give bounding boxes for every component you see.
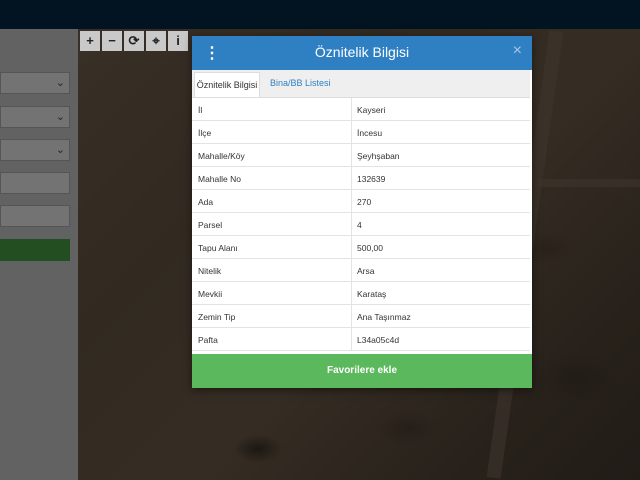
top-navbar xyxy=(0,0,640,29)
locate-icon: ⌖ xyxy=(152,33,160,48)
dialog-header: ⋮ Öznitelik Bilgisi × xyxy=(192,36,532,70)
attribute-value: Karataş xyxy=(357,289,387,299)
attribute-key: Mahalle No xyxy=(198,174,241,184)
attribute-key: Mahalle/Köy xyxy=(198,151,245,161)
column-divider xyxy=(351,167,352,190)
add-to-favorites-button[interactable]: Favorilere ekle xyxy=(192,354,532,388)
attribute-value: 4 xyxy=(357,220,362,230)
attribute-key: Zemin Tip xyxy=(198,312,236,322)
close-icon[interactable]: × xyxy=(513,42,522,60)
table-row: Mevkii Karataş xyxy=(192,282,530,305)
column-divider xyxy=(351,305,352,328)
refresh-icon: ⟳ xyxy=(128,33,140,48)
tab-attribute-info[interactable]: Öznitelik Bilgisi xyxy=(194,72,260,97)
map-toolbar: + − ⟳ ⌖ i xyxy=(80,31,188,51)
locate-button[interactable]: ⌖ xyxy=(146,31,166,51)
attribute-value: 270 xyxy=(357,197,372,207)
table-row: Tapu Alanı 500,00 xyxy=(192,236,530,259)
plus-icon: + xyxy=(86,33,94,48)
column-divider xyxy=(351,259,352,282)
attribute-value: 132639 xyxy=(357,174,386,184)
dialog-tabs: Öznitelik Bilgisi Bina/BB Listesi xyxy=(192,70,530,98)
column-divider xyxy=(351,144,352,167)
attribute-key: Tapu Alanı xyxy=(198,243,238,253)
column-divider xyxy=(351,328,352,351)
table-row: İlçe İncesu xyxy=(192,121,530,144)
attribute-dialog: ⋮ Öznitelik Bilgisi × Öznitelik Bilgisi … xyxy=(192,36,532,388)
table-row: İl Kayseri xyxy=(192,98,530,121)
attribute-key: Pafta xyxy=(198,335,218,345)
attribute-value: İncesu xyxy=(357,128,383,138)
attribute-table: İl Kayseri İlçe İncesu Mahalle/Köy Şeyhşaban M… xyxy=(192,98,530,351)
attribute-key: İl xyxy=(198,105,203,115)
column-divider xyxy=(351,121,352,144)
column-divider xyxy=(351,236,352,259)
column-divider xyxy=(351,98,352,121)
info-icon: i xyxy=(176,33,180,48)
minus-icon: − xyxy=(108,33,116,48)
attribute-key: Nitelik xyxy=(198,266,222,276)
tab-building-list[interactable]: Bina/BB Listesi xyxy=(270,78,331,88)
attribute-key: Mevkii xyxy=(198,289,223,299)
attribute-value: Kayseri xyxy=(357,105,386,115)
attribute-key: İlçe xyxy=(198,128,212,138)
zoom-out-button[interactable]: − xyxy=(102,31,122,51)
info-button[interactable]: i xyxy=(168,31,188,51)
attribute-value: L34a05c4d xyxy=(357,335,400,345)
dialog-title: Öznitelik Bilgisi xyxy=(314,44,410,60)
table-row: Parsel 4 xyxy=(192,213,530,236)
refresh-button[interactable]: ⟳ xyxy=(124,31,144,51)
column-divider xyxy=(351,190,352,213)
attribute-key: Ada xyxy=(198,197,214,207)
attribute-value: Arsa xyxy=(357,266,375,276)
zoom-in-button[interactable]: + xyxy=(80,31,100,51)
attribute-key: Parsel xyxy=(198,220,223,230)
table-row: Pafta L34a05c4d xyxy=(192,328,530,351)
attribute-value: Şeyhşaban xyxy=(357,151,400,161)
column-divider xyxy=(351,282,352,305)
column-divider xyxy=(351,213,352,236)
table-row: Zemin Tip Ana Taşınmaz xyxy=(192,305,530,328)
attribute-value: Ana Taşınmaz xyxy=(357,312,411,322)
attribute-value: 500,00 xyxy=(357,243,383,253)
table-row: Mahalle/Köy Şeyhşaban xyxy=(192,144,530,167)
table-row: Ada 270 xyxy=(192,190,530,213)
table-row: Nitelik Arsa xyxy=(192,259,530,282)
table-row: Mahalle No 132639 xyxy=(192,167,530,190)
